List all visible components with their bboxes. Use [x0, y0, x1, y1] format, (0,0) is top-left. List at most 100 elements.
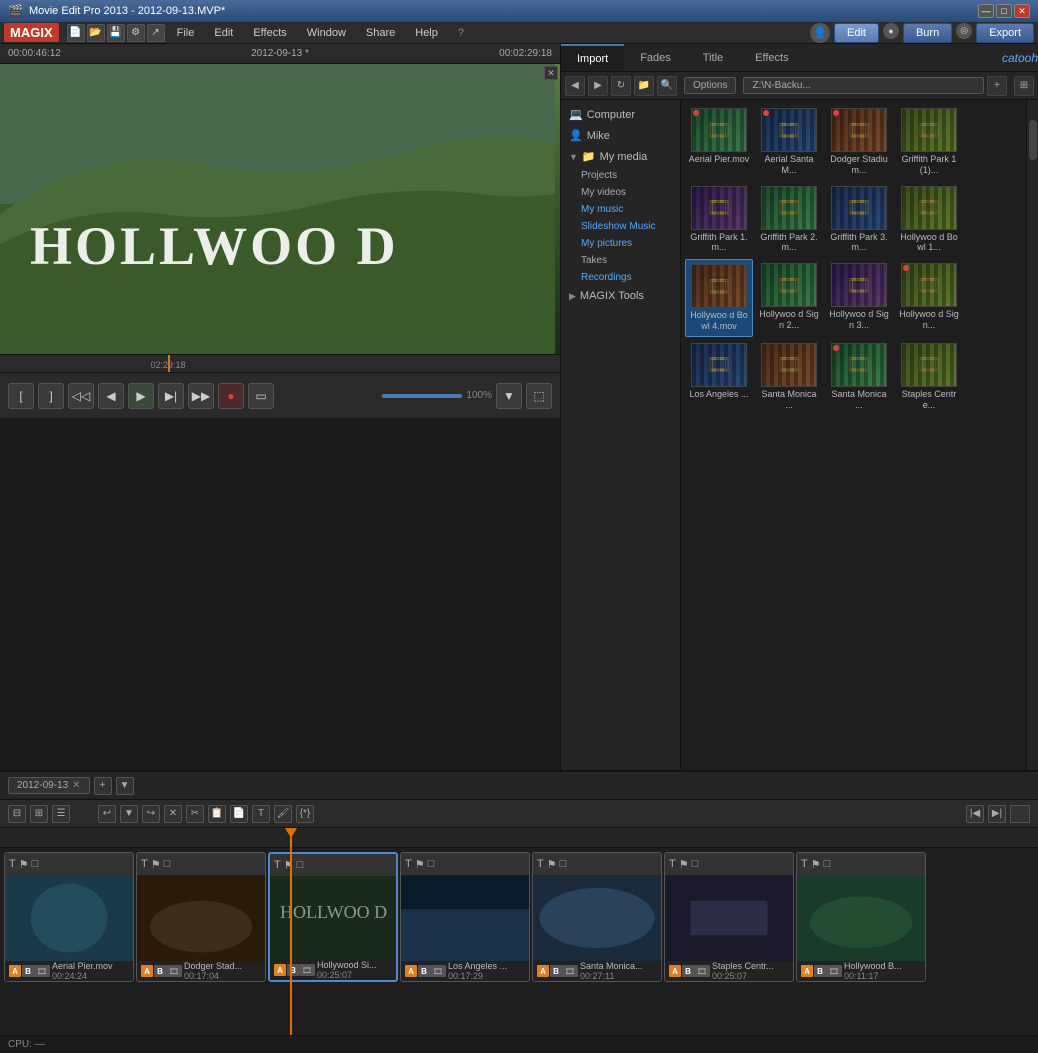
track-height-control[interactable] — [1010, 805, 1030, 823]
file-item[interactable]: 🎞 Griffith Park 1(1)... — [895, 104, 963, 180]
file-item[interactable]: 🎞 Hollywoo d Bowl 1... — [895, 182, 963, 258]
track-clip[interactable]: T ⚑ □ A B 🎞 Aeri — [4, 852, 134, 982]
track-clip[interactable]: T ⚑ □ A B 🎞 Stap — [664, 852, 794, 982]
undo-button[interactable]: ↩ — [98, 805, 116, 823]
tree-item-my-music[interactable]: My music — [561, 201, 680, 218]
file-item[interactable]: 🎞 Hollywoo d Sign... — [895, 259, 963, 337]
prev-button[interactable]: ◀ — [98, 383, 124, 409]
file-item[interactable]: 🎞 Aerial Pier.mov — [685, 104, 753, 180]
track-clip-selected[interactable]: T ⚑ □ HOLLWOO D A B 🎞 — [268, 852, 398, 982]
expand-button[interactable]: ⬚ — [526, 383, 552, 409]
menu-share[interactable]: Share — [362, 25, 399, 41]
close-button[interactable]: ✕ — [1014, 4, 1030, 18]
menu-effects[interactable]: Effects — [249, 25, 290, 41]
menu-extra[interactable]: ? — [454, 25, 468, 41]
next-frame-button[interactable]: ▶▶ — [188, 383, 214, 409]
undo-dropdown[interactable]: ▼ — [120, 805, 138, 823]
timeline-tab-close[interactable]: ✕ — [72, 780, 80, 791]
paste-button[interactable]: 📄 — [230, 805, 248, 823]
tree-item-slideshow-music[interactable]: Slideshow Music — [561, 218, 680, 235]
menu-help[interactable]: Help — [411, 25, 442, 41]
tree-item-magix-tools[interactable]: ▶ MAGIX Tools — [561, 286, 680, 306]
file-item[interactable]: 🎞 Griffith Park 3.m... — [825, 182, 893, 258]
b-button[interactable]: B — [550, 965, 562, 977]
record-button[interactable]: ● — [218, 383, 244, 409]
storyboard-view-button[interactable]: ⊟ — [8, 805, 26, 823]
track-clip[interactable]: T ⚑ □ A B 🎞 Sant — [532, 852, 662, 982]
cut-button[interactable]: ✂ — [186, 805, 204, 823]
options-dropdown[interactable]: Options — [684, 77, 736, 94]
prev-clip-button[interactable]: |◀ — [966, 805, 984, 823]
maximize-button[interactable]: □ — [996, 4, 1012, 18]
save-icon[interactable]: 💾 — [107, 24, 125, 42]
a-button[interactable]: A — [669, 965, 681, 977]
file-item[interactable]: 🎞 Santa Monica ... — [755, 339, 823, 415]
b-button[interactable]: B — [154, 965, 166, 977]
tab-fades[interactable]: Fades — [624, 44, 687, 71]
refresh-button[interactable]: ↻ — [611, 76, 631, 96]
file-item[interactable]: 🎞 Aerial Santa M... — [755, 104, 823, 180]
file-item[interactable]: 🎞 Santa Monica ... — [825, 339, 893, 415]
b-button[interactable]: B — [22, 965, 34, 977]
scroll-thumb[interactable] — [1029, 120, 1037, 160]
minimize-button[interactable]: — — [978, 4, 994, 18]
a-button[interactable]: A — [801, 965, 813, 977]
file-item-selected[interactable]: 🎞 Hollywoo d Bowl 4.mov — [685, 259, 753, 337]
pointer-icon[interactable]: ↗ — [147, 24, 165, 42]
tree-item-recordings[interactable]: Recordings — [561, 269, 680, 286]
file-item[interactable]: 🎞 Dodger Stadium... — [825, 104, 893, 180]
a-button[interactable]: A — [141, 965, 153, 977]
file-item[interactable]: 🎞 Staples Centre... — [895, 339, 963, 415]
edit-button[interactable]: Edit — [834, 23, 879, 43]
search-button[interactable]: 🔍 — [657, 76, 677, 96]
snapshot-button[interactable]: ▭ — [248, 383, 274, 409]
tab-effects[interactable]: Effects — [739, 44, 804, 71]
list-view-button[interactable]: ☰ — [52, 805, 70, 823]
b-button[interactable]: B — [814, 965, 826, 977]
b-button[interactable]: B — [418, 965, 430, 977]
tree-item-mike[interactable]: 👤 Mike — [561, 125, 680, 146]
open-icon[interactable]: 📂 — [87, 24, 105, 42]
browser-scrollbar[interactable] — [1026, 100, 1038, 770]
file-item[interactable]: 🎞 Los Angeles ... — [685, 339, 753, 415]
a-button[interactable]: A — [537, 965, 549, 977]
back-button[interactable]: ◀ — [565, 76, 585, 96]
video-preview[interactable]: HOLLWOO D ✕ — [0, 64, 560, 354]
track-clip[interactable]: T ⚑ □ A B 🎞 Holl — [796, 852, 926, 982]
file-item[interactable]: 🎞 Griffith Park 2.m... — [755, 182, 823, 258]
mark-out-button[interactable]: ] — [38, 383, 64, 409]
file-item[interactable]: 🎞 Hollywoo d Sign 2... — [755, 259, 823, 337]
a-button[interactable]: A — [274, 964, 286, 976]
menu-edit[interactable]: Edit — [210, 25, 237, 41]
track-clip[interactable]: T ⚑ □ A B 🎞 Los — [400, 852, 530, 982]
b-button[interactable]: B — [682, 965, 694, 977]
zoom-dropdown[interactable]: ▼ — [496, 383, 522, 409]
copy-button[interactable]: 📋 — [208, 805, 226, 823]
fx-button[interactable]: {*} — [296, 805, 314, 823]
burn-button[interactable]: Burn — [903, 23, 952, 43]
tree-item-computer[interactable]: 💻 Computer — [561, 104, 680, 125]
prev-frame-button[interactable]: ◁◁ — [68, 383, 94, 409]
menu-file[interactable]: File — [173, 25, 199, 41]
tab-import[interactable]: Import — [561, 44, 624, 71]
folder-up-button[interactable]: 📁 — [634, 76, 654, 96]
menu-window[interactable]: Window — [303, 25, 350, 41]
next-button[interactable]: ▶| — [158, 383, 184, 409]
paint-button[interactable]: 🖌 — [274, 805, 292, 823]
play-button[interactable]: ▶ — [128, 383, 154, 409]
delete-button[interactable]: ✕ — [164, 805, 182, 823]
file-item[interactable]: 🎞 Griffith Park 1.m... — [685, 182, 753, 258]
timeline-tab[interactable]: 2012-09-13 ✕ — [8, 777, 90, 794]
tree-item-takes[interactable]: Takes — [561, 252, 680, 269]
tab-title[interactable]: Title — [687, 44, 739, 71]
preview-close-icon[interactable]: ✕ — [544, 66, 558, 80]
b-button[interactable]: B — [287, 964, 299, 976]
text-button[interactable]: T — [252, 805, 270, 823]
tree-item-my-media[interactable]: ▼ 📁 My media — [561, 146, 680, 167]
settings-icon[interactable]: ⚙ — [127, 24, 145, 42]
tree-item-my-pictures[interactable]: My pictures — [561, 235, 680, 252]
tree-item-my-videos[interactable]: My videos — [561, 184, 680, 201]
a-button[interactable]: A — [9, 965, 21, 977]
export-button[interactable]: Export — [976, 23, 1034, 43]
redo-button[interactable]: ↪ — [142, 805, 160, 823]
